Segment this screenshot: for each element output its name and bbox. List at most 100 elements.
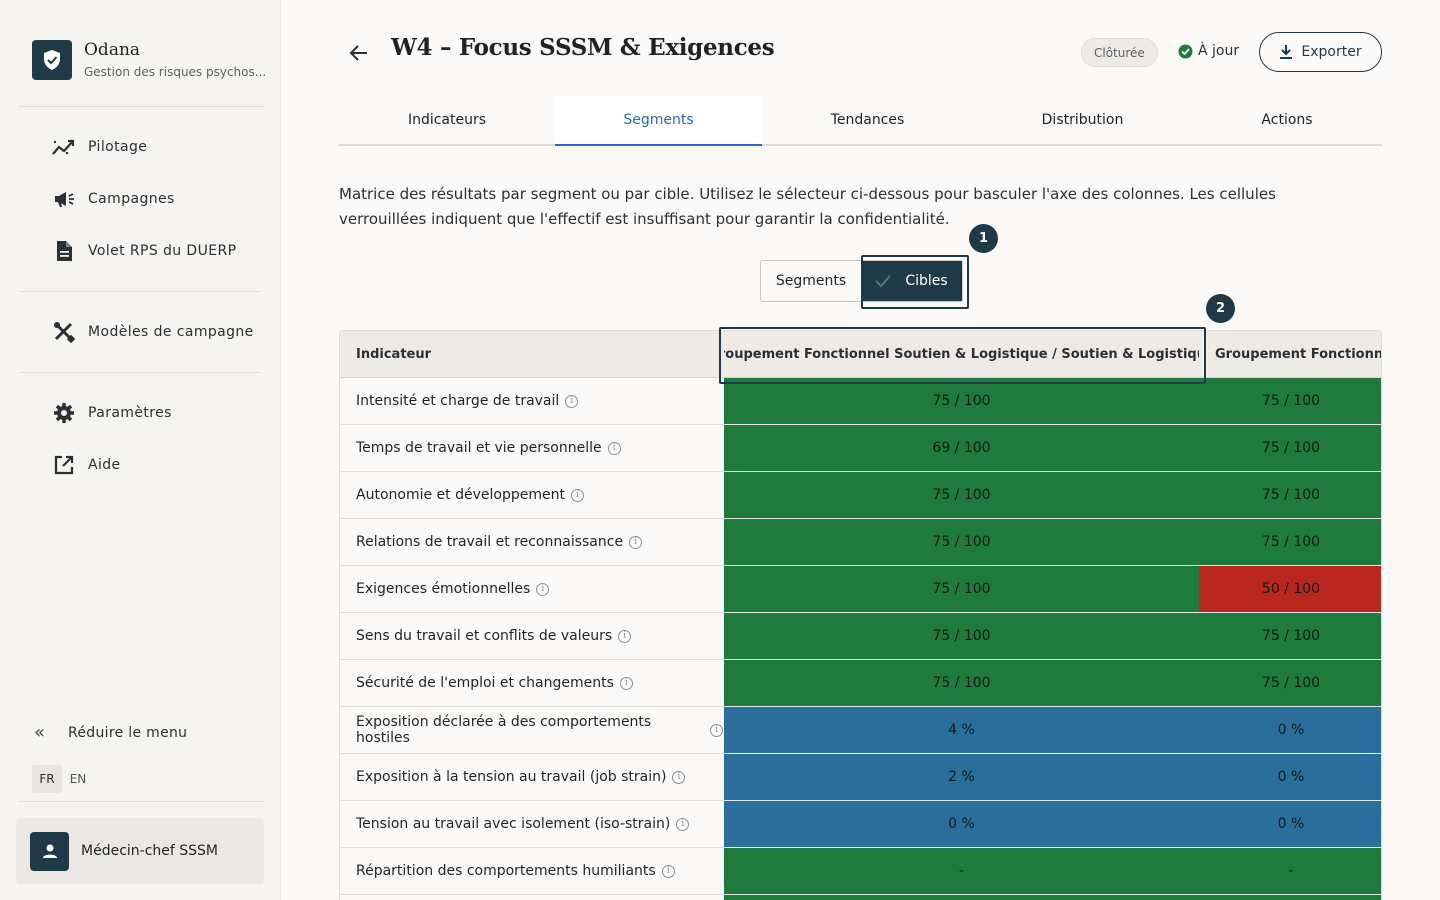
info-icon[interactable]: i — [629, 535, 643, 549]
divider — [18, 801, 264, 802]
tab-actions[interactable]: Actions — [1192, 96, 1382, 144]
table-row: Exigences émotionnelles i 75 / 100 50 / 100 — [340, 566, 1381, 613]
score-cell[interactable] — [724, 895, 1199, 900]
divider — [18, 106, 264, 107]
indicator-label: Sécurité de l'emploi et changements i — [340, 660, 723, 707]
sync-status-label: À jour — [1198, 43, 1240, 59]
score-cell[interactable]: 2 % — [724, 754, 1199, 801]
step-marker-1: 1 — [969, 224, 998, 253]
score-cell[interactable]: 75 / 100 — [1199, 519, 1381, 566]
sidebar-item-label: Paramètres — [88, 405, 172, 421]
score-cell[interactable]: 0 % — [724, 801, 1199, 848]
sidebar-item-modeles[interactable]: Modèles de campagne — [52, 320, 254, 344]
table-row — [340, 895, 1381, 900]
score-cell[interactable]: 0 % — [1199, 754, 1381, 801]
score-cell[interactable] — [1199, 895, 1381, 900]
export-label: Exporter — [1301, 44, 1362, 60]
indicator-label: Relations de travail et reconnaissance i — [340, 519, 723, 566]
indicator-label: Tension au travail avec isolement (iso-s… — [340, 801, 723, 848]
app-subtitle: Gestion des risques psychos... — [84, 65, 267, 79]
divider — [20, 291, 260, 292]
user-icon — [30, 831, 69, 871]
score-cell[interactable]: 75 / 100 — [724, 613, 1199, 660]
score-cell[interactable]: 75 / 100 — [724, 660, 1199, 707]
lang-fr-button[interactable]: FR — [32, 765, 62, 793]
score-cell[interactable]: 75 / 100 — [724, 519, 1199, 566]
tab-tendances[interactable]: Tendances — [762, 96, 973, 144]
info-icon[interactable]: i — [536, 582, 550, 596]
score-cell[interactable]: 50 / 100 — [1199, 566, 1381, 613]
score-cell[interactable]: 75 / 100 — [724, 472, 1199, 519]
info-icon[interactable]: i — [710, 723, 723, 737]
collapse-menu-label: Réduire le menu — [68, 724, 188, 741]
score-cell[interactable]: 69 / 100 — [724, 425, 1199, 472]
table-row: Tension au travail avec isolement (iso-s… — [340, 801, 1381, 848]
score-cell[interactable]: 0 % — [1199, 801, 1381, 848]
highlight-box-toggle — [861, 255, 969, 309]
score-cell[interactable]: 75 / 100 — [1199, 660, 1381, 707]
sidebar-item-parametres[interactable]: Paramètres — [52, 401, 172, 425]
tab-segments[interactable]: Segments — [555, 96, 762, 146]
results-matrix: Indicateur Groupement Fonctionnel Soutie… — [339, 330, 1382, 900]
check-circle-icon — [1178, 44, 1193, 59]
score-cell[interactable]: 75 / 100 — [724, 566, 1199, 613]
indicator-name: Intensité et charge de travail — [356, 393, 560, 409]
info-icon[interactable]: i — [570, 488, 584, 502]
sidebar-item-pilotage[interactable]: Pilotage — [52, 135, 147, 159]
score-cell[interactable]: - — [1199, 848, 1381, 895]
sidebar-item-campagnes[interactable]: Campagnes — [52, 187, 175, 211]
score-cell[interactable]: 75 / 100 — [1199, 425, 1381, 472]
indicator-name: Sens du travail et conflits de valeurs — [356, 628, 613, 644]
score-cell[interactable]: 75 / 100 — [724, 378, 1199, 425]
info-icon[interactable]: i — [565, 394, 579, 408]
collapse-menu-button[interactable]: « Réduire le menu — [34, 722, 187, 743]
indicator-label: Intensité et charge de travail i — [340, 378, 723, 425]
app-name: Odana — [84, 40, 141, 60]
info-icon[interactable]: i — [672, 770, 686, 784]
indicator-label — [340, 895, 723, 900]
highlight-box-column — [719, 327, 1206, 384]
indicator-label: Exposition déclarée à des comportements … — [340, 707, 723, 754]
score-cell[interactable]: 75 / 100 — [1199, 613, 1381, 660]
lang-en-button[interactable]: EN — [63, 765, 93, 793]
info-icon[interactable]: i — [607, 441, 621, 455]
info-icon[interactable]: i — [676, 817, 690, 831]
megaphone-icon — [52, 187, 76, 211]
score-cell[interactable]: 0 % — [1199, 707, 1381, 754]
score-cell[interactable]: 75 / 100 — [1199, 472, 1381, 519]
sidebar-item-label: Aide — [88, 457, 121, 473]
column-header-2[interactable]: Groupement Fonctionnel Soutien & Logisti… — [1215, 331, 1381, 378]
indicator-label: Autonomie et développement i — [340, 472, 723, 519]
toggle-segments[interactable]: Segments — [761, 261, 861, 301]
info-icon[interactable]: i — [619, 676, 633, 690]
user-name: Médecin-chef SSSM — [81, 843, 219, 859]
sidebar-item-volet-rps[interactable]: Volet RPS du DUERP — [52, 239, 236, 263]
shield-check-icon — [32, 40, 72, 80]
sidebar-item-aide[interactable]: Aide — [52, 453, 121, 477]
score-cell[interactable]: 75 / 100 — [1199, 378, 1381, 425]
export-button[interactable]: Exporter — [1259, 32, 1382, 72]
indicator-label: Sens du travail et conflits de valeurs i — [340, 613, 723, 660]
info-icon[interactable]: i — [618, 629, 632, 643]
table-row: Répartition des comportements humiliants… — [340, 848, 1381, 895]
score-cell[interactable]: - — [724, 848, 1199, 895]
brand[interactable]: Odana Gestion des risques psychos... — [32, 40, 266, 80]
info-icon[interactable]: i — [661, 864, 675, 878]
chart-trend-icon — [52, 135, 76, 159]
tab-indicateurs[interactable]: Indicateurs — [339, 96, 555, 144]
user-card[interactable]: Médecin-chef SSSM — [16, 818, 264, 884]
table-row: Sens du travail et conflits de valeurs i 7… — [340, 613, 1381, 660]
sidebar-item-label: Campagnes — [88, 191, 175, 207]
divider — [20, 372, 260, 373]
sidebar-item-label: Pilotage — [88, 139, 148, 155]
table-row: Exposition à la tension au travail (job … — [340, 754, 1381, 801]
indicator-name: Temps de travail et vie personnelle — [356, 440, 602, 456]
indicator-label: Temps de travail et vie personnelle i — [340, 425, 723, 472]
indicator-name: Tension au travail avec isolement (iso-s… — [356, 816, 671, 832]
table-row: Relations de travail et reconnaissance i 7… — [340, 519, 1381, 566]
tab-distribution[interactable]: Distribution — [973, 96, 1192, 144]
document-icon — [52, 239, 76, 263]
back-arrow-icon[interactable] — [346, 40, 372, 66]
tools-icon — [52, 320, 76, 344]
score-cell[interactable]: 4 % — [724, 707, 1199, 754]
